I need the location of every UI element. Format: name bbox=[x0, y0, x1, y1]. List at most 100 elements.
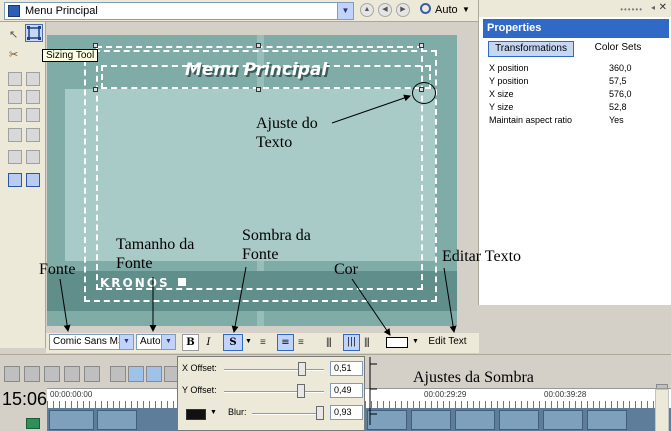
blur-track[interactable] bbox=[252, 413, 324, 415]
tab-transformations[interactable]: Transformations bbox=[488, 41, 574, 57]
chevron-down-icon[interactable]: ▼ bbox=[245, 338, 252, 345]
scissors-icon[interactable]: ✂ bbox=[9, 48, 18, 61]
resize-handle[interactable] bbox=[93, 87, 98, 92]
y-offset-slider-thumb[interactable] bbox=[297, 384, 305, 398]
align-left-icon[interactable]: ≡ bbox=[260, 337, 266, 348]
resize-handle[interactable] bbox=[419, 43, 424, 48]
back-icon[interactable]: ◀ bbox=[378, 3, 392, 17]
align-right-tool-icon[interactable] bbox=[8, 108, 22, 122]
font-select[interactable]: Comic Sans MS ▼ bbox=[49, 334, 134, 350]
menu-select-dropdown[interactable]: Menu Principal ▼ bbox=[4, 2, 354, 20]
timeline-tool-icon[interactable] bbox=[110, 366, 126, 382]
magnifier-icon bbox=[420, 3, 431, 14]
timeline-scrollbar[interactable] bbox=[655, 389, 669, 431]
tab-color-sets[interactable]: Color Sets bbox=[576, 41, 660, 57]
align-left-tool-icon[interactable] bbox=[8, 72, 22, 86]
space-vertical-tool-icon[interactable] bbox=[26, 150, 40, 164]
sizing-tool-button[interactable] bbox=[25, 24, 43, 42]
valign-middle-button[interactable]: ||| bbox=[343, 334, 360, 351]
edit-text-button[interactable]: Edit Text bbox=[425, 334, 470, 351]
y-offset-value[interactable]: 0,49 bbox=[330, 383, 363, 398]
timeline-clip[interactable] bbox=[499, 410, 539, 430]
align-middle-tool-icon[interactable] bbox=[26, 90, 40, 104]
timeline-tool-icon[interactable] bbox=[24, 366, 40, 382]
center-horizontal-tool-icon[interactable] bbox=[8, 173, 22, 187]
blur-slider-thumb[interactable] bbox=[316, 406, 324, 420]
shadow-button[interactable]: S bbox=[223, 334, 243, 351]
y-offset-slider-row: Y Offset: 0,49 bbox=[182, 381, 363, 401]
valign-bottom-icon[interactable]: ||| bbox=[364, 337, 370, 348]
properties-titlebar: •••••• ◂ ✕ bbox=[479, 0, 671, 17]
timeline-clip[interactable] bbox=[49, 410, 94, 430]
pointer-tool-icon[interactable]: ↖ bbox=[9, 28, 18, 41]
timeline-tool-icon[interactable] bbox=[44, 366, 60, 382]
blur-value[interactable]: 0,93 bbox=[330, 405, 363, 420]
timeline-clip[interactable] bbox=[97, 410, 137, 430]
same-height-tool-icon[interactable] bbox=[26, 128, 40, 142]
timeline-clip[interactable] bbox=[367, 410, 407, 430]
align-right-icon[interactable]: ≡ bbox=[298, 337, 304, 348]
timeline-tool-icon[interactable] bbox=[146, 366, 162, 382]
annotation-fonte: Fonte bbox=[39, 261, 76, 278]
x-offset-value[interactable]: 0,51 bbox=[330, 361, 363, 376]
chevron-down-icon[interactable]: ▼ bbox=[412, 338, 419, 345]
x-offset-slider-thumb[interactable] bbox=[298, 362, 306, 376]
timeline-clip[interactable] bbox=[455, 410, 495, 430]
property-value[interactable]: 360,0 bbox=[609, 62, 632, 74]
property-row[interactable]: Y size 52,8 bbox=[489, 101, 665, 113]
sizing-tool-icon bbox=[27, 26, 41, 40]
same-width-tool-icon[interactable] bbox=[8, 128, 22, 142]
timeline-tool-icon[interactable] bbox=[128, 366, 144, 382]
chevron-down-icon[interactable]: ▼ bbox=[210, 409, 217, 416]
resize-handle[interactable] bbox=[93, 43, 98, 48]
property-value[interactable]: 576,0 bbox=[609, 88, 632, 100]
timeline-tool-icon[interactable] bbox=[4, 366, 20, 382]
y-offset-track[interactable] bbox=[224, 391, 324, 393]
text-toolbar: Comic Sans MS ▼ Auto ▼ B I S ▼ ≡ ≡ ≡ |||… bbox=[46, 333, 479, 353]
properties-title: Properties bbox=[483, 19, 669, 38]
go-up-icon[interactable]: ▲ bbox=[360, 3, 374, 17]
zoom-dropdown[interactable]: Auto ▼ bbox=[418, 2, 474, 20]
timeline-clip[interactable] bbox=[411, 410, 451, 430]
center-vertical-tool-icon[interactable] bbox=[26, 173, 40, 187]
blur-slider-row: ▼ Blur: 0,93 bbox=[182, 403, 363, 423]
property-row[interactable]: X size 576,0 bbox=[489, 88, 665, 100]
align-bottom-tool-icon[interactable] bbox=[26, 108, 40, 122]
pin-icon[interactable]: ◂ bbox=[651, 3, 655, 12]
property-name: X size bbox=[489, 89, 514, 99]
timeline-clip[interactable] bbox=[543, 410, 583, 430]
valign-top-icon[interactable]: ||| bbox=[326, 337, 332, 348]
chevron-down-icon[interactable]: ▼ bbox=[337, 3, 353, 19]
close-icon[interactable]: ✕ bbox=[659, 2, 667, 13]
bold-button[interactable]: B bbox=[182, 334, 199, 351]
resize-handle[interactable] bbox=[256, 87, 261, 92]
property-row[interactable]: X position 360,0 bbox=[489, 62, 665, 74]
timeline-tool-icon[interactable] bbox=[64, 366, 80, 382]
font-size-select[interactable]: Auto ▼ bbox=[136, 334, 176, 350]
sizing-tool-tooltip: Sizing Tool bbox=[42, 49, 99, 62]
timeline-clip[interactable] bbox=[587, 410, 627, 430]
align-center-tool-icon[interactable] bbox=[8, 90, 22, 104]
property-value[interactable]: 52,8 bbox=[609, 101, 627, 113]
annotation-ajustes-sombra: Ajustes da Sombra bbox=[413, 369, 534, 386]
font-select-value: Comic Sans MS bbox=[53, 336, 125, 347]
space-horizontal-tool-icon[interactable] bbox=[8, 150, 22, 164]
shadow-color-swatch[interactable] bbox=[186, 409, 206, 420]
align-top-tool-icon[interactable] bbox=[26, 72, 40, 86]
annotation-ajuste-texto: Ajuste do Texto bbox=[256, 115, 318, 151]
resize-handle[interactable] bbox=[256, 43, 261, 48]
timeline-tool-icon[interactable] bbox=[84, 366, 100, 382]
grip-icon: •••••• bbox=[620, 5, 643, 14]
italic-button[interactable]: I bbox=[200, 334, 217, 351]
property-row[interactable]: Y position 57,5 bbox=[489, 75, 665, 87]
align-center-button[interactable]: ≡ bbox=[277, 334, 294, 351]
text-selection-box[interactable] bbox=[101, 65, 431, 89]
annotation-sombra-fonte: Sombra da Fonte bbox=[242, 227, 311, 263]
property-row[interactable]: Maintain aspect ratio Yes bbox=[489, 114, 665, 126]
property-value[interactable]: Yes bbox=[609, 114, 624, 126]
forward-icon[interactable]: ▶ bbox=[396, 3, 410, 17]
text-color-swatch[interactable] bbox=[386, 337, 408, 348]
property-value[interactable]: 57,5 bbox=[609, 75, 627, 87]
x-offset-track[interactable] bbox=[224, 369, 324, 371]
chevron-down-icon: ▼ bbox=[119, 335, 133, 349]
